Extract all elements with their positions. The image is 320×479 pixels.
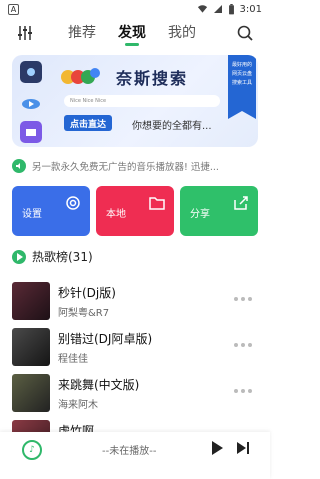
tab-discover[interactable]: 发现 bbox=[118, 22, 146, 42]
ribbon-line-3: 搜索工具 bbox=[231, 80, 252, 86]
settings-label: 设置 bbox=[22, 209, 42, 220]
song-title: 秒针(Dj版) bbox=[58, 286, 116, 300]
song-item[interactable]: 来跳舞(中文版) 海来阿木 bbox=[12, 372, 258, 418]
album-cover bbox=[12, 328, 50, 366]
play-icon[interactable] bbox=[210, 440, 224, 456]
notification-badge: A bbox=[8, 3, 19, 15]
banner-ribbon: 最好用的 网页云盘 搜索工具 bbox=[228, 55, 256, 119]
cloud-icon bbox=[20, 91, 42, 113]
song-artist: 阿梨粤&R7 bbox=[58, 308, 110, 319]
nice-search-logo bbox=[61, 68, 100, 84]
notice-bar[interactable]: 另一款永久免费无广告的音乐播放器! 迅捷... bbox=[12, 158, 258, 174]
tab-bar: 推荐 发现 我的 bbox=[68, 22, 196, 42]
wifi-icon bbox=[197, 5, 207, 13]
folder-icon bbox=[149, 197, 165, 210]
mini-player[interactable]: ♪ --未在播放-- bbox=[0, 432, 270, 479]
play-circle-icon bbox=[12, 249, 26, 264]
folder-icon bbox=[20, 121, 42, 143]
equalizer-icon[interactable] bbox=[16, 24, 34, 42]
song-title: 别错过(DJ阿卓版) bbox=[58, 332, 153, 346]
share-card[interactable]: 分享 bbox=[180, 186, 258, 236]
hot-songs-header[interactable]: 热歌榜(31) bbox=[12, 248, 93, 265]
status-bar: A 3:01 bbox=[0, 0, 270, 18]
banner-slogan: 你想要的全都有... bbox=[132, 121, 212, 132]
album-cover bbox=[12, 374, 50, 412]
more-options-icon[interactable] bbox=[234, 386, 254, 396]
local-card[interactable]: 本地 bbox=[96, 186, 174, 236]
promo-banner[interactable]: 奈斯搜索 最好用的 网页云盘 搜索工具 Nice Nice Nice 点击直达 … bbox=[12, 55, 258, 147]
album-cover bbox=[12, 282, 50, 320]
ribbon-line-2: 网页云盘 bbox=[231, 71, 252, 77]
status-time: 3:01 bbox=[239, 3, 262, 15]
local-label: 本地 bbox=[106, 209, 126, 220]
signal-icon bbox=[213, 5, 222, 13]
music-app-icon bbox=[20, 61, 42, 83]
tab-mine[interactable]: 我的 bbox=[168, 22, 196, 42]
banner-side-icons bbox=[20, 61, 46, 147]
top-nav: 推荐 发现 我的 bbox=[0, 18, 270, 48]
disc-icon[interactable]: ♪ bbox=[22, 440, 42, 460]
speaker-icon bbox=[12, 159, 26, 173]
section-title: 热歌榜(31) bbox=[32, 250, 93, 264]
banner-title: 奈斯搜索 bbox=[116, 69, 189, 88]
search-icon[interactable] bbox=[236, 24, 254, 42]
song-item[interactable]: 别错过(DJ阿卓版) 程佳佳 bbox=[12, 326, 258, 372]
share-label: 分享 bbox=[190, 209, 210, 220]
quick-actions: 设置 本地 分享 bbox=[12, 186, 258, 236]
ribbon-line-1: 最好用的 bbox=[231, 62, 252, 68]
share-icon bbox=[234, 196, 248, 210]
more-options-icon[interactable] bbox=[234, 294, 254, 304]
gear-icon bbox=[66, 196, 80, 210]
notice-text: 另一款永久免费无广告的音乐播放器! 迅捷... bbox=[32, 162, 219, 173]
song-artist: 海来阿木 bbox=[58, 400, 98, 411]
settings-card[interactable]: 设置 bbox=[12, 186, 90, 236]
song-title: 来跳舞(中文版) bbox=[58, 378, 140, 392]
song-item[interactable]: 秒针(Dj版) 阿梨粤&R7 bbox=[12, 280, 258, 326]
banner-search-box: Nice Nice Nice bbox=[64, 95, 220, 107]
song-artist: 程佳佳 bbox=[58, 354, 88, 365]
more-options-icon[interactable] bbox=[234, 340, 254, 350]
next-icon[interactable] bbox=[236, 440, 250, 456]
player-status: --未在播放-- bbox=[102, 446, 157, 457]
battery-icon bbox=[228, 3, 234, 14]
banner-cta-button[interactable]: 点击直达 bbox=[64, 115, 113, 131]
tab-recommend[interactable]: 推荐 bbox=[68, 22, 96, 42]
